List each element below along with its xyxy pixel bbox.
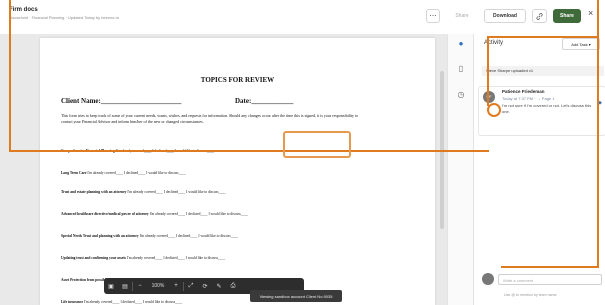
print-icon[interactable]: ⎙	[226, 283, 240, 290]
rotate-icon[interactable]: ⟳	[198, 283, 212, 290]
document-page: TOPICS FOR REVIEW Client Name:__________…	[40, 38, 435, 305]
share-secondary-button[interactable]: Share	[446, 9, 478, 23]
top-bar: Firm docs Household · Financial Planning…	[0, 0, 605, 35]
client-name-field: Client Name:_______________________	[61, 97, 182, 105]
row-options: I'm already covered____ I declined____ I…	[127, 190, 226, 194]
zoom-out-button[interactable]: −	[133, 283, 147, 289]
avatar: PF	[483, 91, 495, 103]
activity-panel: Activity Add Task ▾ Steve Sharpe uploade…	[473, 34, 605, 305]
comment-meta[interactable]: Today at 7:37 PM · → Page 1	[502, 96, 554, 101]
annotation-line	[487, 36, 489, 106]
review-row: Long Term Care I'm already covered____ I…	[61, 171, 186, 175]
row-options: I'm already covered____ I declined____ I…	[139, 234, 238, 238]
row-options: I'm already covered____ I declined____ I…	[149, 212, 248, 216]
zoom-in-button[interactable]: +	[169, 283, 183, 289]
annotation-focus-ring	[487, 103, 501, 117]
annotation-line	[597, 0, 599, 268]
intro-paragraph: This form tries to keep track of some of…	[61, 113, 359, 124]
sidebar-toggle-icon[interactable]: ▣	[104, 283, 118, 290]
date-field: Date:____________	[235, 97, 294, 105]
share-button[interactable]: Share	[553, 9, 581, 23]
upload-event: Steve Sharpe uploaded v1	[482, 66, 604, 76]
document-subtitle: Household · Financial Planning · Updated…	[9, 15, 119, 20]
side-rail: ● ▯ ◷	[447, 34, 474, 305]
row-topic: Special Needs Trust and planning with an…	[61, 234, 139, 238]
row-options: I'm already covered____ I declined____ I…	[83, 300, 183, 304]
download-label: Download	[493, 13, 517, 19]
copy-link-button[interactable]	[532, 9, 547, 23]
row-topic: Life insurance	[61, 300, 84, 304]
review-row: Advanced healthcare directive/medical po…	[61, 212, 248, 216]
row-options: I'm already covered____ I declined____ I…	[87, 171, 186, 175]
row-topic: Trust and estate planning with an attorn…	[61, 190, 127, 194]
comments-icon[interactable]: ●	[456, 39, 466, 49]
close-icon[interactable]: ×	[588, 8, 593, 18]
share-label: Share	[560, 13, 574, 19]
current-user-avatar	[482, 273, 494, 285]
review-row: Special Needs Trust and planning with an…	[61, 234, 238, 238]
comment-body: I'm not sure if I'm covered or not. Let'…	[502, 103, 592, 114]
comment-author: Patience Friedeman	[502, 89, 545, 94]
page-heading: TOPICS FOR REVIEW	[200, 76, 275, 84]
row-options: I'm already covered____ I declined____ I…	[126, 256, 226, 260]
download-button[interactable]: Download	[484, 9, 526, 23]
annotate-icon[interactable]: ✎	[212, 283, 226, 290]
annotation-highlight-box	[283, 131, 351, 158]
versions-icon[interactable]: ◷	[456, 90, 466, 100]
thumbnails-icon[interactable]: ▤	[118, 283, 132, 290]
row-topic: Long Term Care	[61, 171, 87, 175]
add-task-button[interactable]: Add Task ▾	[562, 38, 600, 50]
annotation-line	[501, 266, 599, 268]
document-title: Firm docs	[9, 7, 38, 13]
ellipsis-icon: ⋯	[429, 13, 437, 20]
document-info-icon[interactable]: ▯	[456, 64, 466, 74]
zoom-level[interactable]: 100%	[147, 283, 169, 289]
sandbox-status: Viewing sandbox account Client No.9035	[250, 290, 342, 302]
review-row: Trust and estate planning with an attorn…	[61, 190, 226, 194]
annotation-line	[9, 0, 11, 152]
row-topic: Updating trust and confirming your asset…	[61, 256, 126, 260]
annotation-line	[487, 36, 599, 38]
share-secondary-label: Share	[455, 13, 469, 19]
more-options-button[interactable]: ⋯	[426, 9, 440, 23]
review-row: Life insurance I'm already covered____ I…	[61, 300, 182, 304]
fit-to-screen-icon[interactable]: ⤢	[184, 283, 198, 290]
annotation-line	[9, 150, 489, 152]
document-viewer[interactable]: TOPICS FOR REVIEW Client Name:__________…	[0, 34, 447, 305]
link-icon	[536, 12, 543, 20]
comment-input[interactable]: Write a comment	[498, 274, 602, 285]
review-row: Updating trust and confirming your asset…	[61, 256, 225, 260]
row-topic: Advanced healthcare directive/medical po…	[61, 212, 149, 216]
mention-hint: Use @ to mention by team name	[504, 293, 557, 297]
